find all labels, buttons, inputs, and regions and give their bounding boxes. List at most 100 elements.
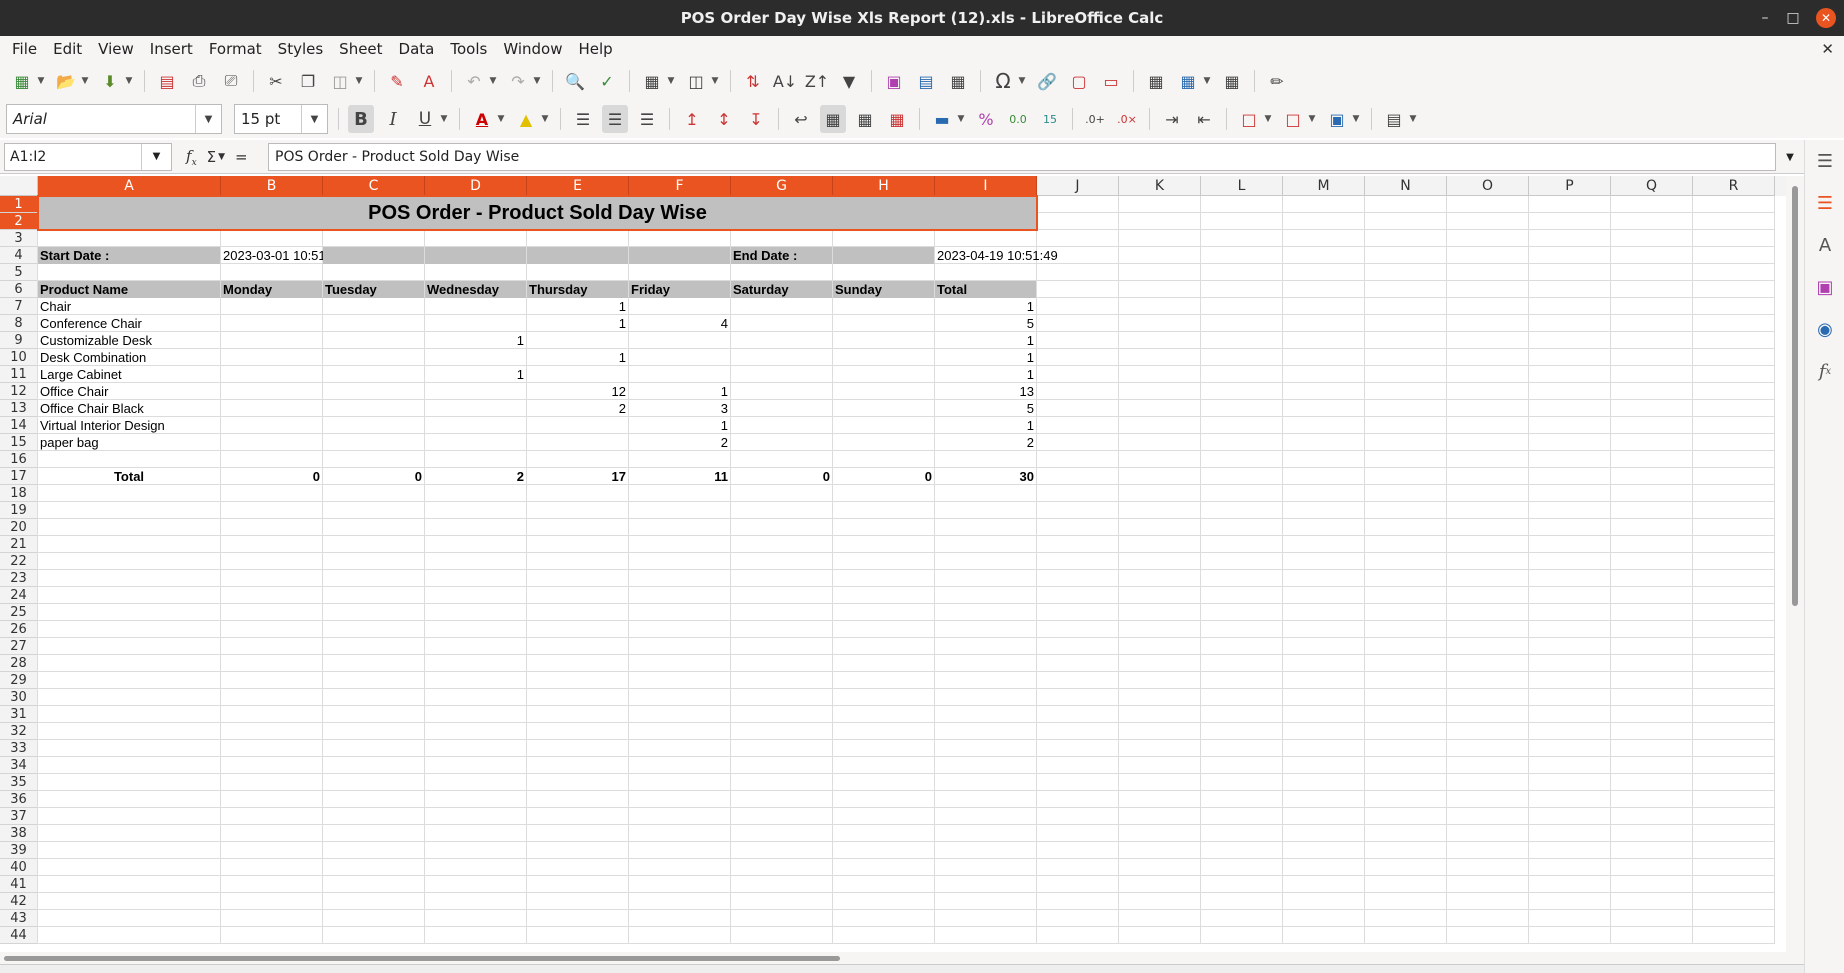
column-title-cell[interactable]: Tuesday <box>323 281 424 298</box>
minimize-icon[interactable]: – <box>1752 0 1778 36</box>
quantity-cell[interactable] <box>731 298 832 315</box>
row-header-7[interactable]: 7 <box>0 298 38 315</box>
font-name-box[interactable]: Arial ▼ <box>6 104 222 134</box>
row-header-40[interactable]: 40 <box>0 859 38 876</box>
menu-sheet[interactable]: Sheet <box>331 36 390 62</box>
quantity-cell[interactable] <box>731 349 832 366</box>
quantity-cell[interactable] <box>731 366 832 383</box>
row-header-42[interactable]: 42 <box>0 893 38 910</box>
font-color-icon[interactable]: A <box>469 105 495 133</box>
column-title-cell[interactable]: Saturday <box>731 281 832 298</box>
row-header-4[interactable]: 4 <box>0 247 38 264</box>
font-size-box[interactable]: 15 pt ▼ <box>234 104 328 134</box>
vertical-scroll-thumb[interactable] <box>1792 186 1798 606</box>
expand-formula-icon[interactable]: ▼ <box>1778 143 1802 171</box>
quantity-cell[interactable] <box>731 315 832 332</box>
row-header-21[interactable]: 21 <box>0 536 38 553</box>
sum-icon[interactable]: Σ <box>207 148 216 166</box>
sum-dropdown-icon[interactable]: ▼ <box>218 152 225 162</box>
horizontal-scrollbar[interactable] <box>0 952 1804 964</box>
quantity-cell[interactable] <box>833 434 934 451</box>
quantity-cell[interactable]: 1 <box>935 332 1036 349</box>
total-label-cell[interactable]: Total <box>38 468 220 485</box>
quantity-cell[interactable] <box>833 366 934 383</box>
quantity-cell[interactable] <box>221 400 322 417</box>
print-icon[interactable]: ⎙ <box>186 67 212 95</box>
header-footer-icon[interactable]: ▭ <box>1098 67 1124 95</box>
quantity-cell[interactable] <box>527 366 628 383</box>
delete-decimal-icon[interactable]: .0× <box>1114 105 1140 133</box>
menu-tools[interactable]: Tools <box>442 36 495 62</box>
date-row-fill[interactable] <box>527 247 628 264</box>
spelling-icon[interactable]: ✓ <box>594 67 620 95</box>
autofilter-icon[interactable]: ▼ <box>836 67 862 95</box>
quantity-cell[interactable] <box>323 315 424 332</box>
bold-button[interactable]: B <box>348 105 374 133</box>
comment-icon[interactable]: ▢ <box>1066 67 1092 95</box>
row-header-2[interactable]: 2 <box>0 213 38 230</box>
highlight-color-icon[interactable]: ▲ <box>513 105 539 133</box>
quantity-cell[interactable]: 3 <box>629 400 730 417</box>
quantity-cell[interactable] <box>323 417 424 434</box>
date-row-fill[interactable] <box>629 247 730 264</box>
row-header-5[interactable]: 5 <box>0 264 38 281</box>
column-header-q[interactable]: Q <box>1611 176 1693 196</box>
quantity-cell[interactable] <box>221 315 322 332</box>
select-all-corner[interactable] <box>0 176 38 196</box>
column-header-l[interactable]: L <box>1201 176 1283 196</box>
special-character-icon[interactable]: Ω <box>990 67 1016 95</box>
quantity-cell[interactable] <box>425 400 526 417</box>
menu-insert[interactable]: Insert <box>142 36 201 62</box>
spreadsheet-grid[interactable]: ABCDEFGHIJKLMNOPQR 1 2 3 4 5 6 7 8 9 10 11 12 13 14 15… <box>0 176 1786 952</box>
highlight-dropdown-icon[interactable]: ▼ <box>539 105 551 133</box>
border-style-icon[interactable]: □ <box>1280 105 1306 133</box>
quantity-cell[interactable] <box>629 298 730 315</box>
column-icon[interactable]: ◫ <box>683 67 709 95</box>
quantity-cell[interactable] <box>323 434 424 451</box>
clone-formatting-icon[interactable]: ✎ <box>384 67 410 95</box>
clear-formatting-icon[interactable]: A <box>416 67 442 95</box>
quantity-cell[interactable] <box>425 383 526 400</box>
row-header-43[interactable]: 43 <box>0 910 38 927</box>
row-header-14[interactable]: 14 <box>0 417 38 434</box>
quantity-cell[interactable] <box>833 349 934 366</box>
quantity-cell[interactable] <box>425 417 526 434</box>
quantity-cell[interactable]: 12 <box>527 383 628 400</box>
horizontal-scroll-thumb[interactable] <box>4 956 840 961</box>
row-header-44[interactable]: 44 <box>0 927 38 944</box>
underline-button[interactable]: U <box>412 105 438 133</box>
quantity-cell[interactable]: 1 <box>425 366 526 383</box>
quantity-cell[interactable] <box>221 366 322 383</box>
row-header-15[interactable]: 15 <box>0 434 38 451</box>
column-header-p[interactable]: P <box>1529 176 1611 196</box>
column-header-c[interactable]: C <box>323 176 425 196</box>
start-date-label[interactable]: Start Date : <box>38 247 220 264</box>
quantity-cell[interactable]: 2 <box>629 434 730 451</box>
row-dropdown-icon[interactable]: ▼ <box>665 67 677 95</box>
save-icon[interactable]: ⬇ <box>97 67 123 95</box>
paste-dropdown-icon[interactable]: ▼ <box>353 67 365 95</box>
merge-center-icon[interactable]: ▦ <box>820 105 846 133</box>
row-header-24[interactable]: 24 <box>0 587 38 604</box>
undo-dropdown-icon[interactable]: ▼ <box>487 67 499 95</box>
quantity-cell[interactable] <box>833 298 934 315</box>
menu-data[interactable]: Data <box>391 36 443 62</box>
row-header-29[interactable]: 29 <box>0 672 38 689</box>
column-header-i[interactable]: I <box>935 176 1037 196</box>
total-value-cell[interactable]: 17 <box>527 468 628 485</box>
column-title-cell[interactable]: Friday <box>629 281 730 298</box>
date-row-fill[interactable] <box>833 247 934 264</box>
total-value-cell[interactable]: 0 <box>731 468 832 485</box>
italic-button[interactable]: I <box>380 105 406 133</box>
row-header-26[interactable]: 26 <box>0 621 38 638</box>
formula-equals-icon[interactable]: = <box>235 148 248 166</box>
name-box[interactable]: A1:I2 ▼ <box>4 143 172 171</box>
row-header-33[interactable]: 33 <box>0 740 38 757</box>
freeze-dropdown-icon[interactable]: ▼ <box>1201 67 1213 95</box>
quantity-cell[interactable]: 2 <box>935 434 1036 451</box>
quantity-cell[interactable] <box>323 298 424 315</box>
quantity-cell[interactable]: 1 <box>425 332 526 349</box>
row-header-28[interactable]: 28 <box>0 655 38 672</box>
row-header-34[interactable]: 34 <box>0 757 38 774</box>
column-title-cell[interactable]: Total <box>935 281 1036 298</box>
